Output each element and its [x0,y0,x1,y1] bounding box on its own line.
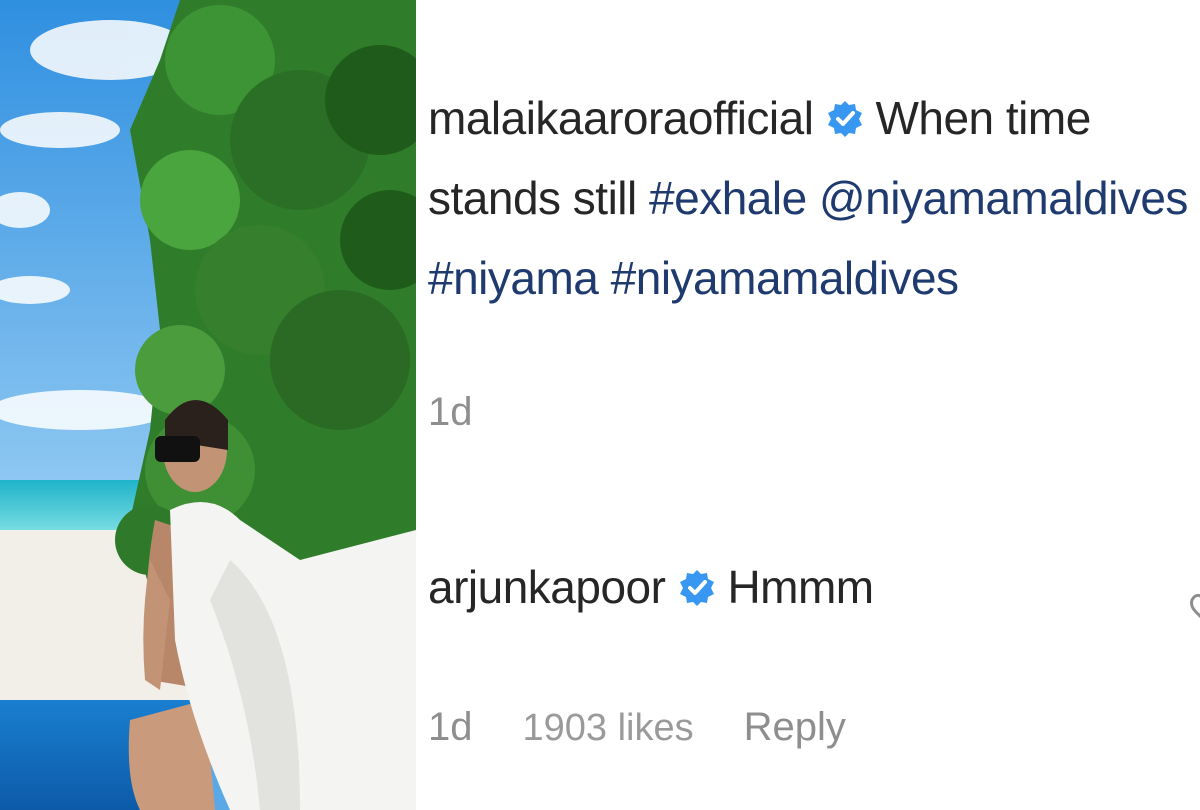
post-photo [0,0,416,810]
post-caption: malaikaaroraofficial When time stands sti… [428,78,1200,318]
reply-line: arjunkapoor Hmmm [428,547,1200,627]
caption-tags-1[interactable]: #exhale @niyamamaldives [649,172,1188,224]
verified-badge-icon [680,570,715,606]
reply-button[interactable]: Reply [744,705,846,749]
reply-meta: 1d 1903 likes Reply [428,705,896,750]
caption-text-1: When time [875,92,1091,144]
screenshot-frame: malaikaaroraofficial When time stands sti… [0,0,1200,810]
reply-text: Hmmm [727,561,874,613]
post-username[interactable]: malaikaaroraofficial [428,92,814,144]
caption-line-1: malaikaaroraofficial When time [428,78,1200,158]
post-timestamp: 1d [428,390,473,434]
reply-comment: arjunkapoor Hmmm [428,547,1200,627]
heart-icon[interactable] [1182,590,1200,626]
caption-line-2: stands still #exhale @niyamamaldives [428,158,1200,238]
caption-line-3: #niyama #niyamamaldives [428,238,1200,318]
verified-badge-icon [828,101,863,137]
caption-tags-2[interactable]: #niyama #niyamamaldives [428,252,959,304]
reply-username[interactable]: arjunkapoor [428,561,666,613]
post-meta: 1d [428,390,523,435]
tree-foliage [115,0,416,610]
comments-panel: malaikaaroraofficial When time stands sti… [420,0,1200,810]
caption-text-2: stands still [428,172,637,224]
reply-timestamp: 1d [428,705,473,749]
reply-likes[interactable]: 1903 likes [523,707,694,749]
